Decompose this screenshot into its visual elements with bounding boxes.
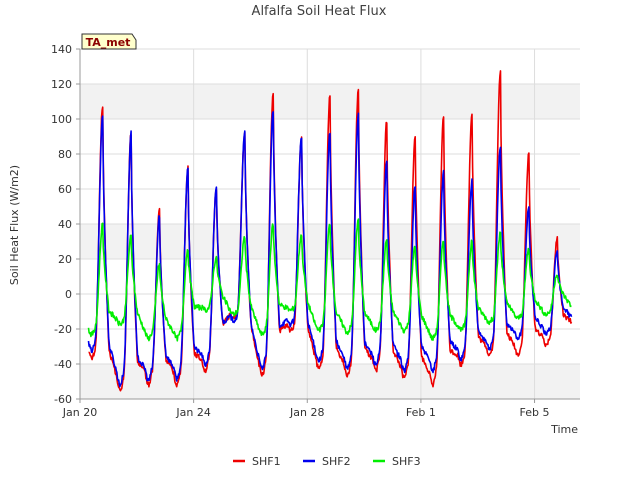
y-tick-label-3: 0 xyxy=(65,288,72,301)
y-tick-label-4: 20 xyxy=(58,253,72,266)
x-tick-label-4: Feb 5 xyxy=(520,406,550,419)
y-tick-label-7: 80 xyxy=(58,148,72,161)
y-tick-label-10: 140 xyxy=(51,43,72,56)
y-tick-label-1: -40 xyxy=(54,358,72,371)
x-tick-label-0: Jan 20 xyxy=(62,406,97,419)
chart-title: Alfalfa Soil Heat Flux xyxy=(252,4,387,19)
legend: SHF1 SHF2 SHF3 xyxy=(233,455,421,468)
y-tick-label-0: -60 xyxy=(54,393,72,406)
x-axis-label: Time xyxy=(550,423,578,436)
x-tick-label-2: Jan 28 xyxy=(289,406,324,419)
soil-heat-flux-chart: Alfalfa Soil Heat Flux -60 -40 -20 0 20 40 60 8… xyxy=(0,0,640,480)
y-tick-label-5: 40 xyxy=(58,218,72,231)
band-0 xyxy=(80,364,580,399)
y-tick-label-9: 120 xyxy=(51,78,72,91)
x-tick-label-3: Feb 1 xyxy=(406,406,436,419)
x-tick-label-1: Jan 24 xyxy=(175,406,210,419)
legend-label-shf2: SHF2 xyxy=(322,455,351,468)
y-tick-label-6: 60 xyxy=(58,183,72,196)
legend-label-shf3: SHF3 xyxy=(392,455,421,468)
badge-label: TA_met xyxy=(86,36,131,49)
legend-label-shf1: SHF1 xyxy=(252,455,281,468)
y-axis-label: Soil Heat Flux (W/m2) xyxy=(8,165,21,285)
ta-met-badge: TA_met xyxy=(81,33,137,50)
y-tick-label-8: 100 xyxy=(51,113,72,126)
y-tick-label-2: -20 xyxy=(54,323,72,336)
